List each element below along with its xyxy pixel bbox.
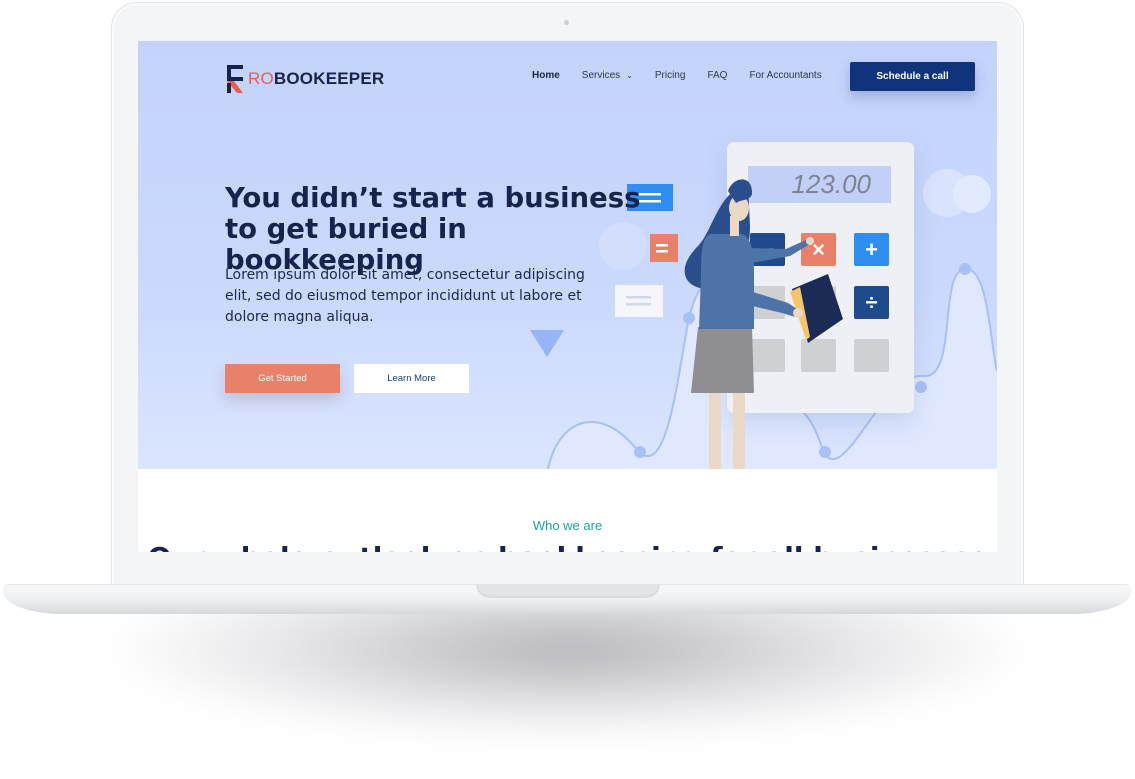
hero-headline: You didn’t start a business to get burie… (225, 183, 665, 276)
nav-label: FAQ (707, 70, 728, 81)
logo-icon (227, 65, 243, 93)
nav-item-home[interactable]: Home (532, 70, 560, 81)
nav-label: Services (581, 70, 621, 81)
chevron-down-icon: ⌄ (626, 71, 633, 80)
brand-name: ROBOOKEEPER (248, 69, 384, 89)
schedule-call-button[interactable]: Schedule a call (850, 62, 975, 91)
brand-prefix: RO (248, 69, 274, 88)
website-screen: 123.00 − × + ÷ (138, 41, 997, 552)
camera-dot (564, 20, 569, 25)
get-started-button[interactable]: Get Started (225, 364, 340, 393)
nav-item-pricing[interactable]: Pricing (655, 70, 686, 81)
laptop-notch (476, 584, 660, 598)
nav-item-faq[interactable]: FAQ (707, 70, 727, 81)
section-heading: Our whole-outlook on bookkeeping for all… (138, 541, 997, 552)
hero-subtext: Lorem ipsum dolor sit amet, consectetur … (225, 267, 585, 325)
nav-label: Home (532, 70, 560, 81)
nav-label: For Accountants (749, 70, 822, 81)
learn-more-button[interactable]: Learn More (354, 364, 469, 393)
nav-item-services[interactable]: Services ⌄ (582, 70, 633, 81)
main-nav: Home Services ⌄ Pricing FAQ For Accountan… (532, 70, 844, 81)
nav-item-for-accountants[interactable]: For Accountants (749, 70, 821, 81)
section-eyebrow: Who we are (532, 518, 603, 533)
headline-line: You didn’t start a business (225, 182, 641, 214)
hero-section: 123.00 − × + ÷ (138, 41, 997, 469)
brand-rest: BOOKEEPER (273, 69, 385, 88)
nav-label: Pricing (654, 70, 686, 81)
brand-logo[interactable]: ROBOOKEEPER (225, 63, 384, 95)
